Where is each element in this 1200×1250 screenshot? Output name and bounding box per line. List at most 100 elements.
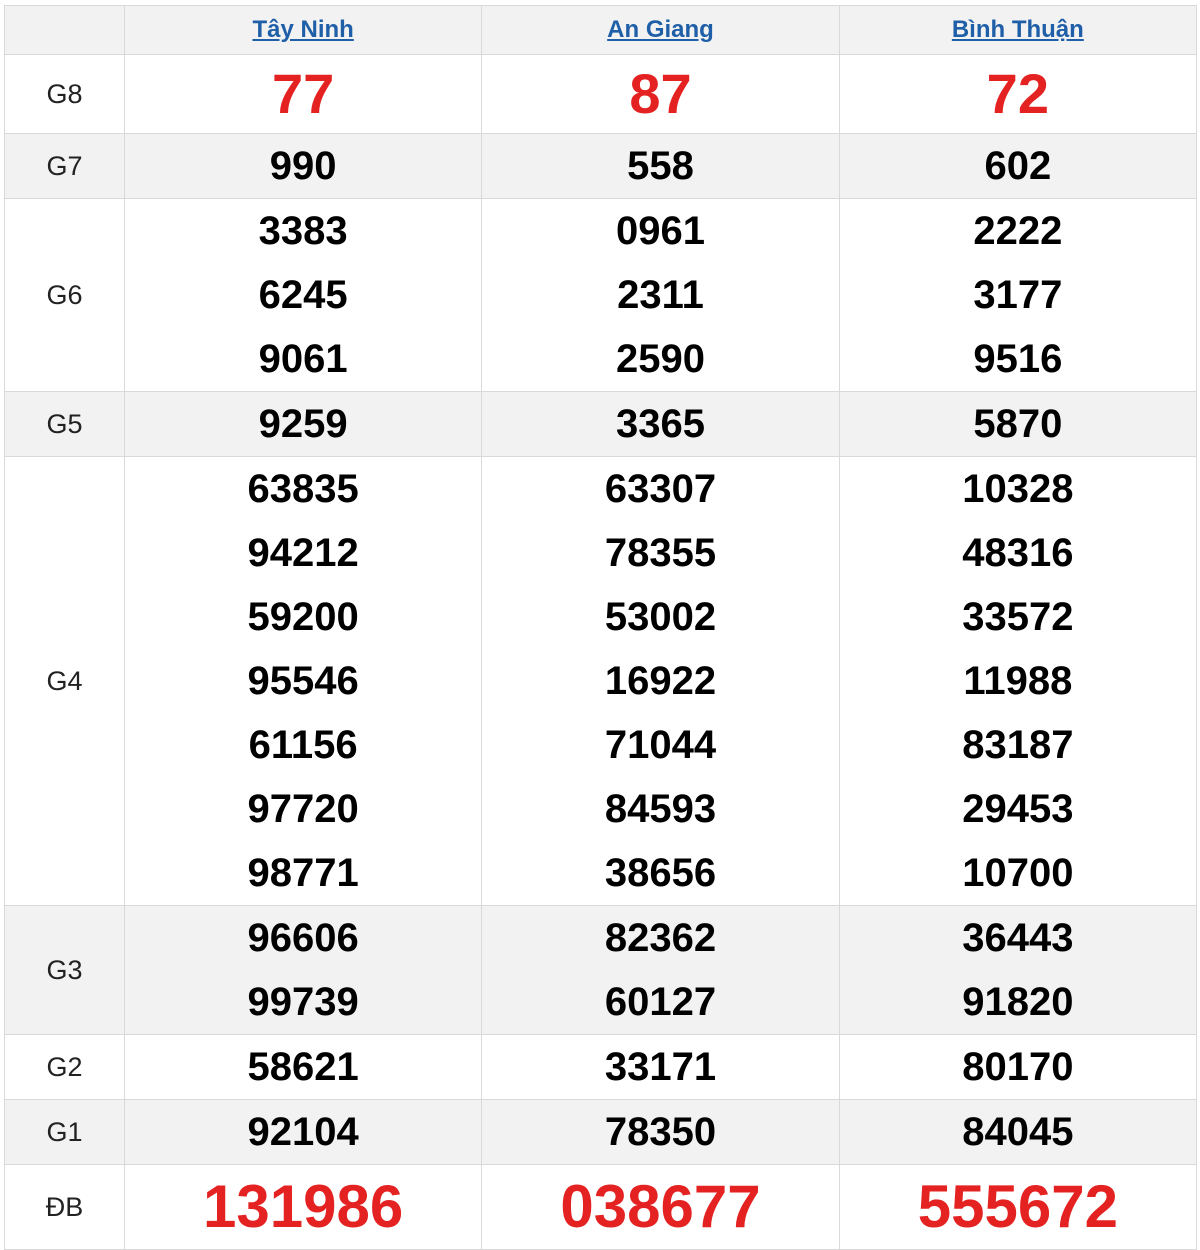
prize-row-g7: G7 990 558 602 <box>4 133 1198 199</box>
result-cell: 77 <box>123 54 483 134</box>
result-number: 78355 <box>604 531 717 575</box>
result-number: 63307 <box>604 467 717 511</box>
result-number: 33572 <box>962 595 1074 639</box>
result-number: 2590 <box>616 337 705 381</box>
lottery-results-table: Tây Ninh An Giang Bình Thuận G8 77 87 72… <box>4 5 1198 1250</box>
result-cell: 9259 <box>123 391 483 457</box>
result-number: 59200 <box>247 595 359 639</box>
result-cell: 58621 <box>123 1034 483 1100</box>
result-cell: 558 <box>481 133 840 199</box>
province-link-binh-thuan[interactable]: Bình Thuận <box>952 16 1084 43</box>
result-cell: 2222 3177 9516 <box>838 198 1198 392</box>
result-cell: 990 <box>123 133 483 199</box>
result-number: 53002 <box>604 595 717 639</box>
result-cell: 3383 6245 9061 <box>123 198 483 392</box>
province-header: Bình Thuận <box>838 5 1198 55</box>
prize-row-g3: G3 96606 99739 82362 60127 36443 91820 <box>4 905 1198 1035</box>
result-cell: 63835 94212 59200 95546 61156 97720 9877… <box>123 456 483 906</box>
result-number: 10700 <box>962 851 1074 895</box>
result-cell: 72 <box>838 54 1198 134</box>
prize-label: G1 <box>4 1099 125 1165</box>
result-cell: 63307 78355 53002 16922 71044 84593 3865… <box>481 456 840 906</box>
prize-row-g8: G8 77 87 72 <box>4 54 1198 134</box>
result-number: 6245 <box>258 273 348 317</box>
result-number: 0961 <box>616 209 705 253</box>
result-cell: 82362 60127 <box>481 905 840 1035</box>
result-number: 33171 <box>604 1045 717 1089</box>
result-number: 60127 <box>604 980 717 1024</box>
prize-row-g4: G4 63835 94212 59200 95546 61156 97720 9… <box>4 456 1198 906</box>
province-link-tay-ninh[interactable]: Tây Ninh <box>252 16 353 43</box>
prize-label: G3 <box>4 905 125 1035</box>
result-number: 9516 <box>973 337 1063 381</box>
result-number: 990 <box>269 144 337 188</box>
prize-label: G5 <box>4 391 125 457</box>
result-cell: 038677 <box>481 1164 840 1250</box>
result-number: 3177 <box>973 273 1063 317</box>
prize-row-g2: G2 58621 33171 80170 <box>4 1034 1198 1100</box>
result-number: 11988 <box>963 659 1073 703</box>
result-number: 9061 <box>258 337 348 381</box>
result-cell: 10328 48316 33572 11988 83187 29453 1070… <box>838 456 1198 906</box>
result-number: 71044 <box>604 723 717 767</box>
result-number: 3383 <box>258 209 348 253</box>
prize-label: G6 <box>4 198 125 392</box>
result-number: 98771 <box>247 851 359 895</box>
result-number: 91820 <box>962 980 1074 1024</box>
result-number: 95546 <box>247 659 359 703</box>
result-number: 29453 <box>962 787 1074 831</box>
corner-cell <box>4 5 125 55</box>
result-number: 83187 <box>962 723 1074 767</box>
result-cell: 5870 <box>838 391 1198 457</box>
result-number: 2222 <box>973 209 1063 253</box>
result-cell: 555672 <box>838 1164 1198 1250</box>
result-number: 602 <box>984 144 1052 188</box>
province-header: An Giang <box>481 5 840 55</box>
result-number: 82362 <box>604 916 717 960</box>
result-cell: 96606 99739 <box>123 905 483 1035</box>
result-number: 5870 <box>973 402 1063 446</box>
prize-label: ĐB <box>4 1164 125 1250</box>
result-number: 99739 <box>247 980 359 1024</box>
result-cell: 78350 <box>481 1099 840 1165</box>
result-number: 63835 <box>247 467 359 511</box>
result-number: 61156 <box>248 723 358 767</box>
result-cell: 87 <box>481 54 840 134</box>
result-number: 16922 <box>604 659 717 703</box>
result-number: 92104 <box>247 1110 359 1154</box>
result-number: 84593 <box>604 787 717 831</box>
result-cell: 33171 <box>481 1034 840 1100</box>
prize-row-g1: G1 92104 78350 84045 <box>4 1099 1198 1165</box>
special-prize-number: 131986 <box>203 1173 404 1240</box>
prize-label: G8 <box>4 54 125 134</box>
result-number: 78350 <box>604 1110 717 1154</box>
result-cell: 80170 <box>838 1034 1198 1100</box>
result-number: 36443 <box>962 916 1074 960</box>
prize-row-g6: G6 3383 6245 9061 0961 2311 2590 2222 31… <box>4 198 1198 392</box>
result-number: 77 <box>272 62 335 125</box>
prize-row-g5: G5 9259 3365 5870 <box>4 391 1198 457</box>
province-link-an-giang[interactable]: An Giang <box>607 16 714 43</box>
result-number: 97720 <box>247 787 359 831</box>
result-number: 38656 <box>604 851 717 895</box>
result-cell: 84045 <box>838 1099 1198 1165</box>
result-cell: 602 <box>838 133 1198 199</box>
prize-label: G7 <box>4 133 125 199</box>
result-number: 48316 <box>962 531 1074 575</box>
result-number: 72 <box>986 62 1049 125</box>
prize-row-special: ĐB 131986 038677 555672 <box>4 1164 1198 1250</box>
header-row: Tây Ninh An Giang Bình Thuận <box>4 5 1198 55</box>
result-cell: 36443 91820 <box>838 905 1198 1035</box>
result-number: 558 <box>627 144 694 188</box>
prize-label: G2 <box>4 1034 125 1100</box>
special-prize-number: 038677 <box>560 1173 761 1240</box>
result-cell: 92104 <box>123 1099 483 1165</box>
result-number: 2311 <box>617 273 704 317</box>
result-number: 3365 <box>616 402 705 446</box>
result-number: 84045 <box>962 1110 1074 1154</box>
result-cell: 131986 <box>123 1164 483 1250</box>
special-prize-number: 555672 <box>917 1173 1118 1240</box>
result-number: 96606 <box>247 916 359 960</box>
result-cell: 3365 <box>481 391 840 457</box>
result-number: 87 <box>629 62 692 125</box>
